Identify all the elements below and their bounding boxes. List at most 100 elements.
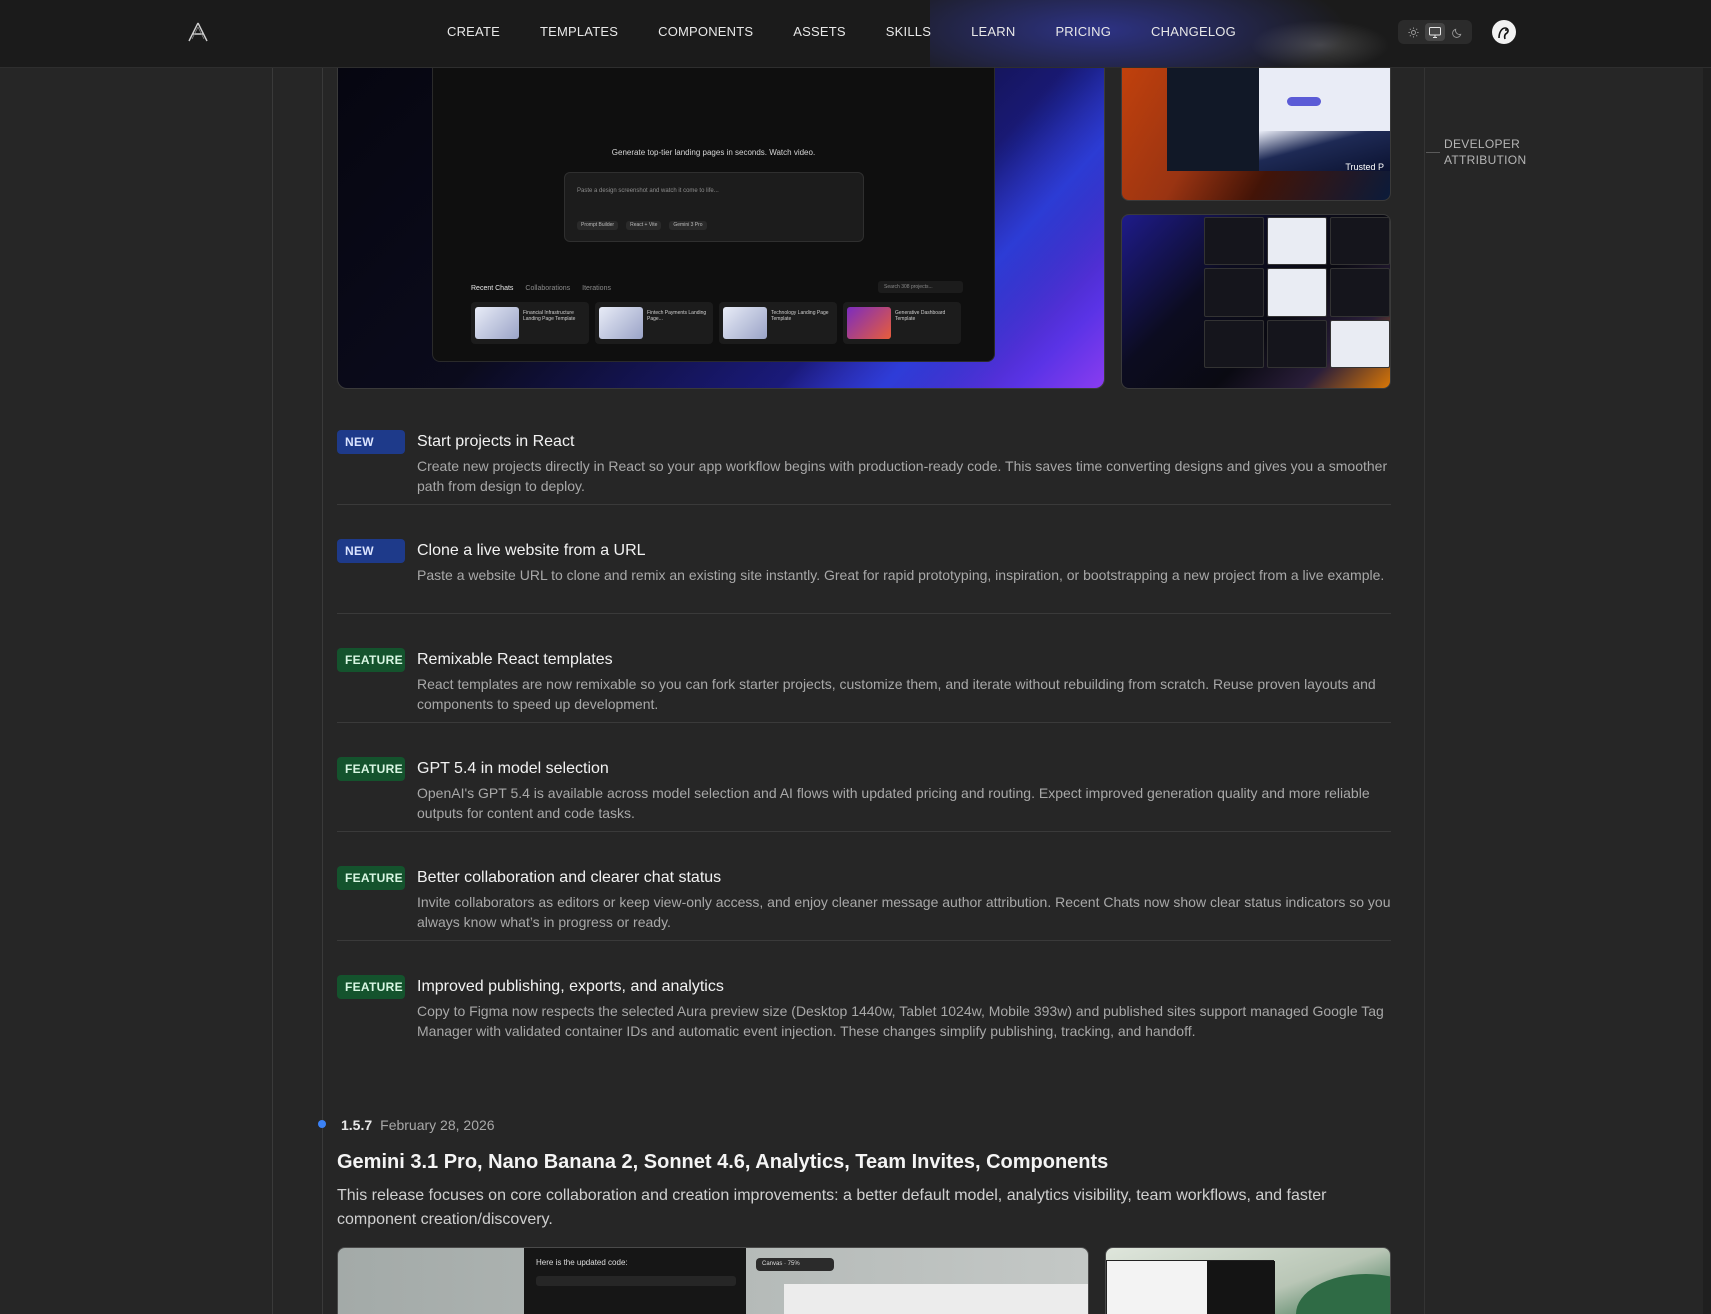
release-title: Gemini 3.1 Pro, Nano Banana 2, Sonnet 4.… [337, 1151, 1109, 1173]
preview-panel-dark [1207, 1261, 1275, 1314]
template-grid-preview [1202, 215, 1390, 370]
code-panel: Here is the updated code: [524, 1248, 746, 1314]
monitor-icon[interactable] [1425, 23, 1445, 41]
release-date: February 28, 2026 [380, 1117, 495, 1133]
prompt-box: Paste a design screenshot and watch it c… [564, 172, 864, 242]
change-description: React templates are now remixable so you… [417, 676, 1376, 712]
preview-card: Fintech Payments Landing Page... [595, 302, 713, 344]
change-title: GPT 5.4 in model selection [417, 760, 609, 777]
prompt-chip: React + Vite [626, 221, 662, 230]
hero-subtitle: Generate top-tier landing pages in secon… [611, 148, 816, 157]
nav-changelog[interactable]: CHANGELOG [1151, 24, 1236, 39]
preview-panel-dark [1167, 61, 1259, 171]
grid-tile [1330, 217, 1390, 266]
new-badge: NEW [337, 539, 405, 563]
toc-tick [1426, 152, 1440, 153]
card-title: Generative Dashboard Template [895, 310, 946, 322]
grid-tile [1330, 268, 1390, 317]
card-thumbnail [847, 307, 891, 339]
grid-tile [1204, 217, 1264, 266]
preview-tabs: Recent Chats Collaborations Iterations [471, 285, 611, 292]
toc-link-developer-attribution[interactable]: DEVELOPER ATTRIBUTION [1444, 136, 1544, 168]
preview-tab: Collaborations [525, 285, 571, 292]
landscape-hill [1296, 1274, 1390, 1314]
grid-tile [1267, 217, 1327, 266]
toc-rail [1424, 68, 1425, 1314]
release-header: 1.5.7 February 28, 2026 [341, 1116, 495, 1134]
feature-badge: FEATURE [337, 648, 405, 672]
change-description: Invite collaborators as editors or keep … [417, 894, 1391, 930]
preview-cards: Financial Infrastructure Landing Page Te… [471, 302, 961, 344]
preview-window [1167, 61, 1390, 171]
side-screenshot-bottom[interactable] [1121, 214, 1391, 389]
feature-badge: FEATURE [337, 757, 405, 781]
divider [337, 940, 1391, 941]
change-description: Copy to Figma now respects the selected … [417, 1003, 1384, 1039]
preview-caption: Trusted P [1345, 162, 1384, 172]
change-description: Create new projects directly in React so… [417, 458, 1388, 494]
grid-tile [1204, 268, 1264, 317]
preview-tab: Recent Chats [471, 285, 514, 292]
change-title: Clone a live website from a URL [417, 542, 646, 559]
nav-pricing[interactable]: PRICING [1055, 24, 1111, 39]
card-title: Financial Infrastructure Landing Page Te… [523, 310, 576, 322]
divider [337, 722, 1391, 723]
card-thumbnail [475, 307, 519, 339]
preview-card: Generative Dashboard Template [843, 302, 961, 344]
moon-icon[interactable] [1447, 23, 1467, 41]
feature-badge: FEATURE [337, 866, 405, 890]
change-description: Paste a website URL to clone and remix a… [417, 567, 1385, 583]
theme-toggle [1398, 20, 1472, 44]
nav-skills[interactable]: SKILLS [886, 24, 931, 39]
card-thumbnail [723, 307, 767, 339]
divider [337, 831, 1391, 832]
grid-tile [1267, 268, 1327, 317]
timeline-dot [318, 1120, 326, 1128]
change-title: Start projects in React [417, 433, 575, 450]
main-nav: CREATE TEMPLATES COMPONENTS ASSETS SKILL… [447, 0, 1276, 62]
grid-tile [1204, 319, 1264, 368]
nav-create[interactable]: CREATE [447, 24, 500, 39]
prompt-chips: Prompt Builder React + Vite Gemini 3 Pro [577, 221, 707, 230]
change-title: Improved publishing, exports, and analyt… [417, 978, 724, 995]
prompt-chip: Prompt Builder [577, 221, 619, 230]
preview-tab: Iterations [582, 285, 611, 292]
change-title: Better collaboration and clearer chat st… [417, 869, 722, 886]
frame-line-left [272, 68, 273, 1314]
code-panel-text: Here is the updated code: [536, 1258, 628, 1267]
prompt-placeholder: Paste a design screenshot and watch it c… [577, 188, 719, 194]
app-preview-window: Generate top-tier landing pages in secon… [432, 61, 995, 362]
preview-card: Technology Landing Page Template [719, 302, 837, 344]
top-navigation-bar: CREATE TEMPLATES COMPONENTS ASSETS SKILL… [0, 0, 1711, 68]
change-title: Remixable React templates [417, 651, 613, 668]
release-screenshot-side[interactable] [1105, 1247, 1391, 1314]
nav-templates[interactable]: TEMPLATES [540, 24, 618, 39]
feature-badge: FEATURE [337, 975, 405, 999]
preview-search: Search 308 projects... [878, 281, 963, 293]
nav-assets[interactable]: ASSETS [793, 24, 846, 39]
grid-tile [1330, 319, 1390, 368]
prompt-chip: Gemini 3 Pro [669, 221, 707, 230]
divider [337, 504, 1391, 505]
sun-icon[interactable] [1403, 23, 1423, 41]
new-badge: NEW [337, 430, 405, 454]
nav-components[interactable]: COMPONENTS [658, 24, 753, 39]
hero-screenshot[interactable]: Generate top-tier landing pages in secon… [337, 60, 1105, 389]
card-title: Fintech Payments Landing Page... [647, 310, 707, 322]
change-description: OpenAI's GPT 5.4 is available across mod… [417, 785, 1370, 821]
grid-tile [1267, 319, 1327, 368]
divider [337, 613, 1391, 614]
user-avatar-icon[interactable] [1492, 20, 1516, 44]
preview-card: Financial Infrastructure Landing Page Te… [471, 302, 589, 344]
side-screenshot-top[interactable]: Trusted P [1121, 60, 1391, 201]
code-toolbar [536, 1276, 736, 1286]
release-version: 1.5.7 [341, 1117, 373, 1133]
preview-window [1106, 1260, 1275, 1314]
page-scrollbar[interactable] [1703, 0, 1711, 1314]
preview-cta [1287, 97, 1321, 106]
logo-icon[interactable] [186, 20, 210, 44]
canvas-chip: Canvas · 75% [756, 1258, 834, 1271]
nav-learn[interactable]: LEARN [971, 24, 1015, 39]
release-screenshot-main[interactable]: Here is the updated code: Canvas · 75% [337, 1247, 1089, 1314]
card-title: Technology Landing Page Template [771, 310, 829, 322]
